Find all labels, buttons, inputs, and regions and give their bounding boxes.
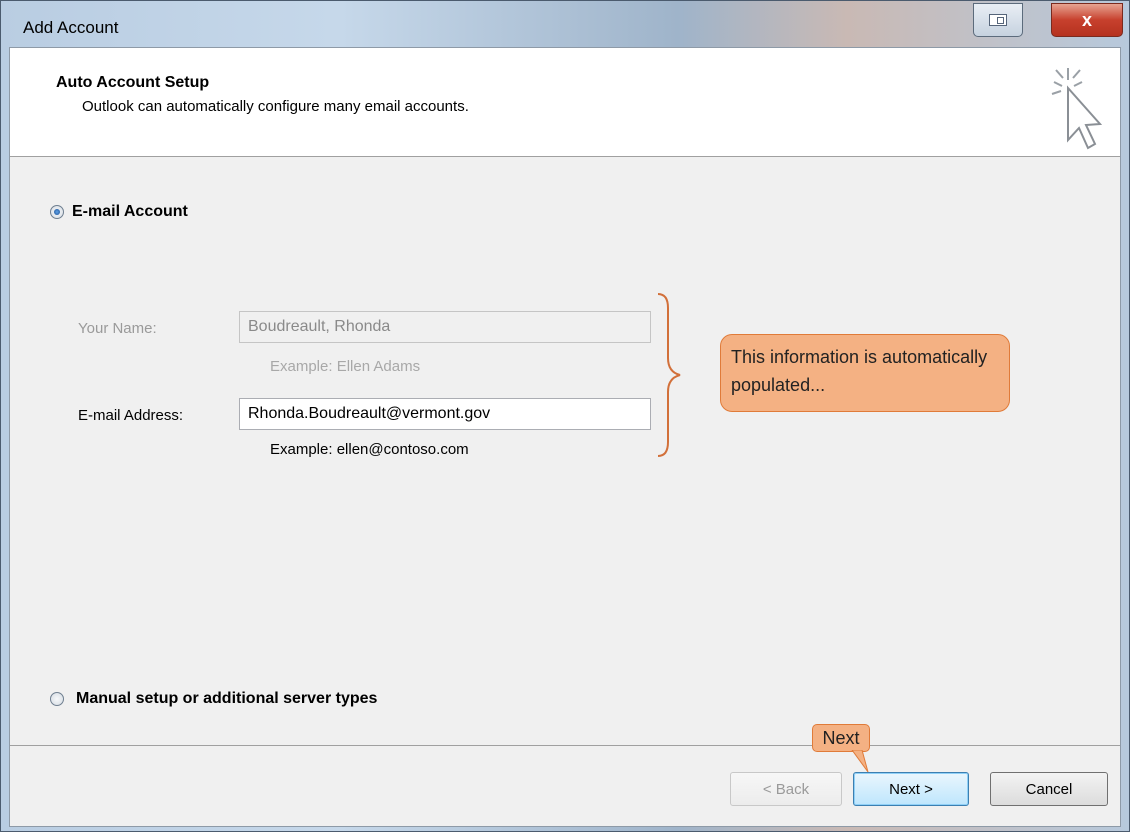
restore-button[interactable] [973,3,1023,37]
next-button[interactable]: Next > [853,772,969,806]
your-name-field[interactable] [239,311,651,343]
email-account-label[interactable]: E-mail Account [72,203,188,221]
add-account-window: Add Account x Auto Account Setup Outlook… [0,0,1130,832]
close-button[interactable]: x [1051,3,1123,37]
cancel-button[interactable]: Cancel [990,772,1108,806]
brace-annotation [657,293,681,457]
manual-setup-label[interactable]: Manual setup or additional server types [76,690,377,708]
page-title: Auto Account Setup [56,74,210,91]
email-account-radio[interactable] [50,205,64,219]
name-example-text: Example: Ellen Adams [270,358,421,375]
manual-setup-radio[interactable] [50,692,64,706]
dialog-body: Auto Account Setup Outlook can automatic… [9,47,1121,827]
auto-setup-cursor-icon [1051,68,1103,150]
callout-pointer [851,750,869,773]
title-bar[interactable]: Add Account x [1,1,1129,47]
page-subtitle: Outlook can automatically configure many… [82,98,469,115]
email-address-label: E-mail Address: [78,407,184,424]
next-callout: Next [812,724,870,752]
close-icon: x [1081,9,1092,30]
email-address-field[interactable] [239,398,651,430]
dialog-header: Auto Account Setup Outlook can automatic… [10,48,1120,157]
window-title: Add Account [23,18,119,37]
your-name-label: Your Name: [78,320,157,337]
email-example-text: Example: ellen@contoso.com [270,441,469,458]
restore-icon [989,14,1007,26]
footer-divider [10,745,1120,746]
back-button[interactable]: < Back [730,772,842,806]
autopopulate-callout: This information is automatically popula… [720,334,1010,412]
